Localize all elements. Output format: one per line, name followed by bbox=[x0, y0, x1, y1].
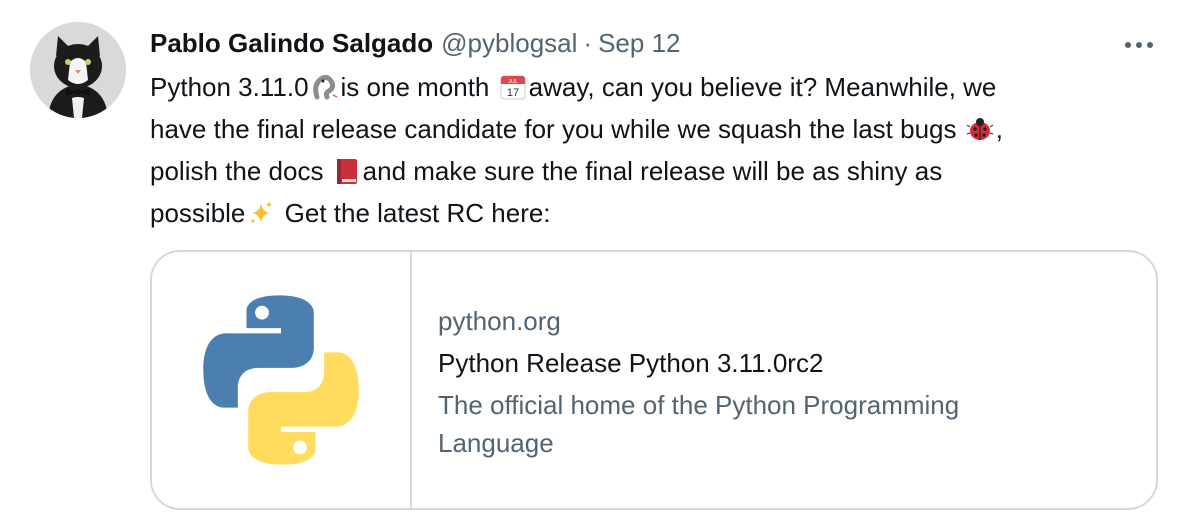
snake-emoji-icon bbox=[312, 74, 337, 100]
ladybug-emoji-icon bbox=[966, 118, 994, 140]
tweet-text-segment: possible bbox=[150, 198, 246, 228]
tweet-text-segment: is one month bbox=[340, 72, 497, 102]
tweet-text-segment: polish the docs bbox=[150, 156, 331, 186]
tweet-date[interactable]: Sep 12 bbox=[598, 28, 680, 59]
tweet-text-segment: away, can you believe it? Meanwhile, we bbox=[528, 72, 997, 102]
tweet-line: polish the docs and make sure the final … bbox=[150, 150, 1160, 192]
card-thumbnail bbox=[152, 252, 412, 508]
card-description: The official home of the Python Programm… bbox=[438, 390, 960, 458]
python-logo-icon bbox=[203, 295, 359, 465]
sparkles-emoji-icon bbox=[250, 201, 273, 224]
more-dots-icon bbox=[1125, 42, 1153, 48]
tweet-text-segment: Get the latest RC here: bbox=[277, 198, 551, 228]
cat-avatar-icon bbox=[30, 22, 126, 118]
tweet-text-segment: have the final release candidate for you… bbox=[150, 114, 964, 144]
closed-book-emoji-icon bbox=[336, 159, 357, 184]
tweet-text: Python 3.11.0 is one month JUL 17 away, … bbox=[150, 66, 1160, 234]
separator-dot: · bbox=[583, 27, 593, 58]
tweet-line: Python 3.11.0 is one month JUL 17 away, … bbox=[150, 66, 1160, 108]
calendar-day-label: 17 bbox=[507, 87, 519, 99]
author-handle[interactable]: @pyblogsal bbox=[441, 28, 577, 59]
card-domain: python.org bbox=[438, 306, 561, 336]
tweet-line: have the final release candidate for you… bbox=[150, 108, 1160, 150]
author-name[interactable]: Pablo Galindo Salgado bbox=[150, 28, 433, 59]
tweet-header: Pablo Galindo Salgado @pyblogsal · Sep 1… bbox=[150, 26, 680, 60]
avatar[interactable] bbox=[30, 22, 126, 118]
card-title: Python Release Python 3.11.0rc2 bbox=[438, 348, 824, 378]
more-options-button[interactable] bbox=[1124, 30, 1154, 60]
calendar-month-label: JUL bbox=[508, 79, 518, 85]
link-preview-card[interactable]: python.org Python Release Python 3.11.0r… bbox=[150, 250, 1158, 510]
tweet[interactable]: Pablo Galindo Salgado @pyblogsal · Sep 1… bbox=[0, 0, 1190, 526]
calendar-emoji-icon: JUL 17 bbox=[500, 75, 526, 100]
tweet-text-segment: and make sure the final release will be … bbox=[362, 156, 943, 186]
tweet-line: possible Get the latest RC here: bbox=[150, 192, 1160, 234]
tweet-text-segment: Python 3.11.0 bbox=[150, 72, 309, 102]
tweet-text-segment: , bbox=[995, 114, 1003, 144]
card-body: python.org Python Release Python 3.11.0r… bbox=[412, 252, 1156, 508]
